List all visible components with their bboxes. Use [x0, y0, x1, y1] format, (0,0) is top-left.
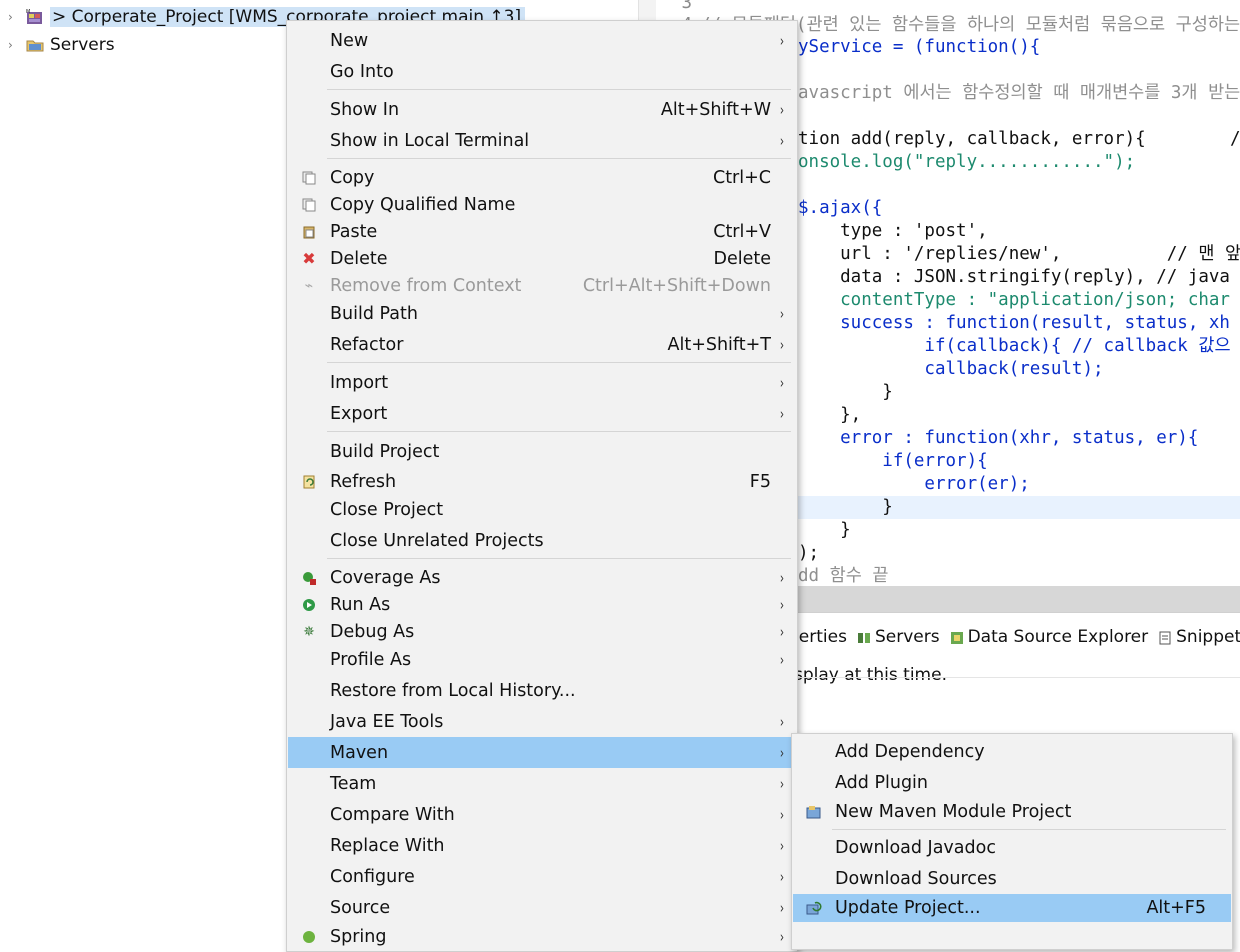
- expand-chevron-icon[interactable]: ›: [8, 38, 20, 52]
- submenu-arrow-icon: ›: [779, 405, 785, 423]
- code-line: 3: [681, 0, 692, 13]
- menu-item-close-unrelated-projects[interactable]: Close Unrelated Projects: [288, 527, 796, 555]
- menu-item-source[interactable]: Source ›: [288, 894, 796, 922]
- servers-label[interactable]: Servers: [50, 35, 115, 55]
- submenu-arrow-icon: ›: [779, 336, 785, 354]
- menu-item-maven[interactable]: Maven ›: [288, 737, 796, 768]
- maven-submenu: Add Dependency Add Plugin New Maven Modu…: [791, 733, 1233, 950]
- maven-module-icon: [806, 804, 822, 820]
- update-project-icon: [806, 900, 822, 916]
- menu-separator: [327, 158, 791, 159]
- submenu-arrow-icon: ›: [779, 568, 785, 587]
- menu-item-spring[interactable]: Spring ›: [288, 923, 796, 951]
- submenu-arrow-icon: ›: [779, 899, 785, 917]
- menu-item-debug-as[interactable]: ✵ Debug As ›: [288, 618, 796, 645]
- menu-item-new-maven-module[interactable]: New Maven Module Project: [793, 798, 1231, 826]
- copy-qualified-icon: [301, 197, 317, 213]
- menu-item-show-in[interactable]: Show In Alt+Shift+W ›: [288, 96, 796, 124]
- submenu-arrow-icon: ›: [779, 622, 785, 641]
- submenu-arrow-icon: ›: [779, 775, 785, 793]
- submenu-arrow-icon: ›: [779, 595, 785, 614]
- copy-icon: [301, 170, 317, 186]
- menu-item-refresh[interactable]: Refresh F5: [288, 468, 796, 495]
- menu-item-delete[interactable]: ✖ Delete Delete: [288, 245, 796, 272]
- view-empty-message: splay at this time.: [794, 665, 947, 685]
- submenu-arrow-icon: ›: [779, 806, 785, 824]
- submenu-arrow-icon: ›: [779, 132, 785, 150]
- tab-snippets-label[interactable]: Snippets: [1176, 627, 1240, 647]
- maven-project-icon: M: [26, 9, 44, 25]
- submenu-arrow-icon: ›: [779, 32, 785, 50]
- debug-bug-icon: ✵: [303, 623, 315, 640]
- submenu-arrow-icon: ›: [779, 651, 785, 669]
- submenu-arrow-icon: ›: [779, 713, 785, 731]
- menu-item-java-ee-tools[interactable]: Java EE Tools ›: [288, 708, 796, 736]
- menu-item-close-project[interactable]: Close Project: [288, 496, 796, 524]
- refresh-icon: [301, 474, 317, 490]
- menu-separator: [327, 362, 791, 363]
- menu-item-build-project[interactable]: Build Project: [288, 438, 796, 466]
- menu-item-build-path[interactable]: Build Path ›: [288, 300, 796, 328]
- menu-item-new[interactable]: New ›: [288, 27, 796, 55]
- menu-item-export[interactable]: Export ›: [288, 400, 796, 428]
- run-icon: [301, 597, 317, 613]
- servers-icon: [857, 630, 871, 644]
- snippets-icon: [1158, 630, 1172, 645]
- tab-servers-label[interactable]: Servers: [875, 627, 940, 647]
- svg-text:M: M: [26, 9, 30, 15]
- submenu-arrow-icon: ›: [779, 305, 785, 323]
- menu-item-show-local-terminal[interactable]: Show in Local Terminal ›: [288, 127, 796, 155]
- spring-leaf-icon: [301, 929, 317, 945]
- menu-item-restore-local-history[interactable]: Restore from Local History...: [288, 677, 796, 705]
- menu-item-download-javadoc[interactable]: Download Javadoc: [793, 834, 1231, 862]
- menu-item-add-plugin[interactable]: Add Plugin: [793, 769, 1231, 797]
- menu-item-coverage-as[interactable]: Coverage As ›: [288, 564, 796, 591]
- menu-separator: [327, 431, 791, 432]
- menu-item-go-into[interactable]: Go Into: [288, 58, 796, 86]
- tree-item-servers[interactable]: › Servers: [0, 32, 115, 58]
- menu-item-profile-as[interactable]: Profile As ›: [288, 646, 796, 674]
- menu-separator: [832, 829, 1226, 830]
- delete-icon: ✖: [302, 249, 316, 268]
- menu-item-run-as[interactable]: Run As ›: [288, 591, 796, 618]
- tab-snippets[interactable]: Snippets: [1158, 627, 1240, 647]
- expand-chevron-icon[interactable]: ›: [8, 10, 20, 24]
- menu-item-update-project[interactable]: Update Project... Alt+F5: [793, 894, 1231, 922]
- menu-separator: [327, 558, 791, 559]
- submenu-arrow-icon: ›: [779, 101, 785, 119]
- tab-data-source-explorer[interactable]: Data Source Explorer: [950, 627, 1149, 647]
- menu-item-team[interactable]: Team ›: [288, 770, 796, 798]
- menu-item-configure[interactable]: Configure ›: [288, 863, 796, 891]
- menu-separator: [327, 89, 791, 90]
- menu-item-download-sources[interactable]: Download Sources: [793, 865, 1231, 893]
- remove-context-icon: ⌁: [304, 277, 314, 294]
- data-source-icon: [950, 630, 964, 644]
- menu-item-remove-from-context: ⌁ Remove from Context Ctrl+Alt+Shift+Dow…: [288, 272, 796, 299]
- menu-item-copy-qualified-name[interactable]: Copy Qualified Name: [288, 191, 796, 218]
- menu-item-import[interactable]: Import ›: [288, 369, 796, 397]
- submenu-arrow-icon: ›: [779, 374, 785, 392]
- submenu-arrow-icon: ›: [779, 837, 785, 855]
- menu-item-paste[interactable]: Paste Ctrl+V: [288, 218, 796, 245]
- menu-item-replace-with[interactable]: Replace With ›: [288, 832, 796, 860]
- tab-servers[interactable]: Servers: [857, 627, 940, 647]
- folder-icon: [26, 37, 44, 53]
- tab-data-source-label[interactable]: Data Source Explorer: [968, 627, 1149, 647]
- menu-item-compare-with[interactable]: Compare With ›: [288, 801, 796, 829]
- coverage-icon: [301, 570, 317, 586]
- menu-item-refactor[interactable]: Refactor Alt+Shift+T ›: [288, 331, 796, 359]
- menu-item-copy[interactable]: Copy Ctrl+C: [288, 164, 796, 191]
- context-menu: New › Go Into Show In Alt+Shift+W › Show…: [286, 20, 798, 952]
- submenu-arrow-icon: ›: [779, 743, 785, 762]
- menu-item-add-dependency[interactable]: Add Dependency: [793, 738, 1231, 766]
- submenu-arrow-icon: ›: [779, 868, 785, 886]
- paste-icon: [301, 224, 317, 240]
- submenu-arrow-icon: ›: [779, 928, 785, 946]
